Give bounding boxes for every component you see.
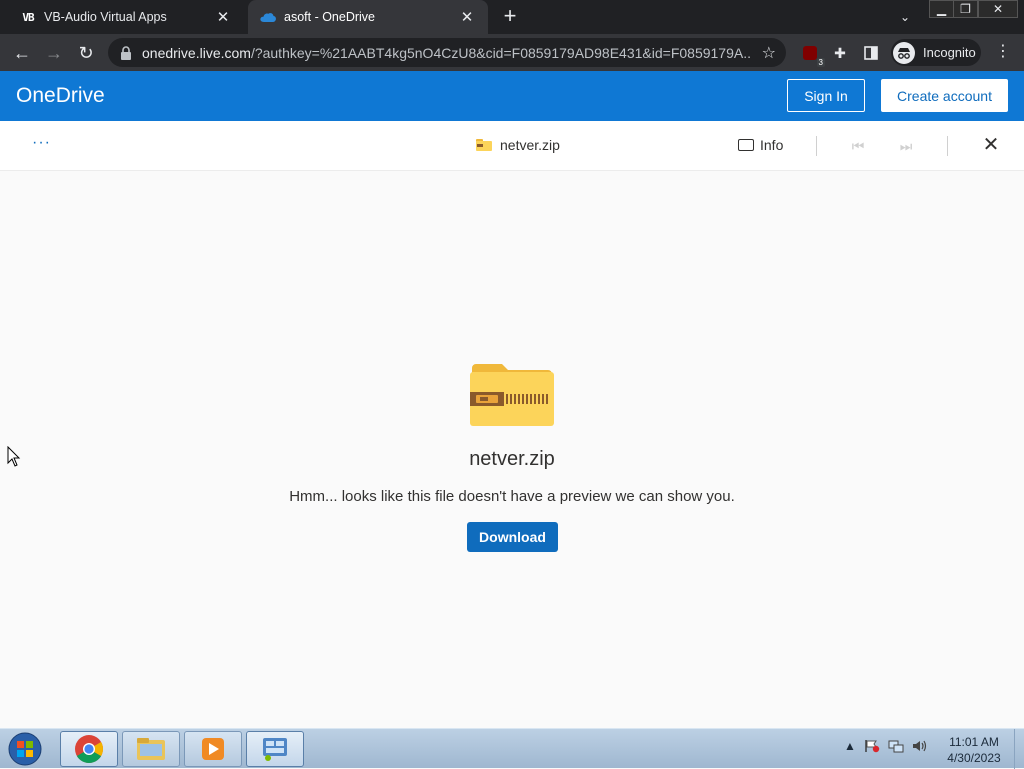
windows-start-icon	[8, 732, 42, 766]
tab-vb-audio[interactable]: VB VB-Audio Virtual Apps ✕	[8, 0, 244, 34]
onedrive-header: OneDrive Sign In Create account	[0, 71, 1024, 121]
browser-tab-strip: VB VB-Audio Virtual Apps ✕ asoft - OneDr…	[0, 0, 1024, 34]
restore-window-icon[interactable]: ❐	[953, 0, 978, 18]
show-desktop-button[interactable]	[1014, 729, 1024, 769]
control-panel-icon	[263, 738, 287, 761]
action-center-flag-icon[interactable]	[864, 739, 880, 753]
info-pane-icon	[738, 139, 754, 151]
start-button[interactable]	[4, 729, 46, 769]
tab-search-chevron-icon[interactable]: ⌄	[893, 6, 917, 28]
onedrive-cloud-icon	[260, 9, 276, 25]
onedrive-logo-text[interactable]: OneDrive	[16, 84, 105, 108]
info-label: Info	[760, 137, 784, 153]
sign-in-button[interactable]: Sign In	[787, 79, 865, 112]
show-hidden-icons-icon[interactable]: ▲	[844, 739, 856, 753]
browser-menu-icon[interactable]: ⋮	[994, 43, 1012, 63]
file-preview-area: netver.zip Hmm... looks like this file d…	[0, 172, 1024, 728]
taskbar-media-player[interactable]	[184, 731, 242, 767]
previous-file-icon[interactable]: ⏮	[848, 136, 868, 156]
mouse-cursor-icon	[7, 446, 21, 467]
file-name-label: netver.zip	[500, 137, 560, 153]
tab-title: asoft - OneDrive	[284, 10, 376, 24]
new-tab-button[interactable]: +	[498, 5, 522, 29]
zip-file-icon	[476, 139, 492, 151]
close-window-icon[interactable]: ✕	[978, 0, 1018, 18]
lock-icon	[121, 45, 131, 60]
extension-badge: 3	[816, 58, 825, 67]
more-options-button[interactable]: ···	[32, 134, 51, 152]
forward-arrow-icon[interactable]: →	[40, 39, 68, 67]
volume-icon[interactable]	[912, 739, 928, 753]
divider	[816, 136, 817, 156]
network-icon[interactable]	[888, 739, 904, 753]
reload-icon[interactable]: ↻	[72, 39, 100, 67]
clock-date: 4/30/2023	[947, 751, 1001, 765]
file-command-bar: ··· netver.zip Info ⏮ ⏭ ✕	[0, 121, 1024, 171]
file-explorer-icon	[137, 738, 165, 760]
side-panel-icon[interactable]	[861, 43, 881, 63]
clock-time: 11:01 AM	[949, 735, 999, 749]
system-tray: ▲	[844, 739, 928, 753]
tab-title: VB-Audio Virtual Apps	[44, 10, 167, 24]
download-button[interactable]: Download	[467, 522, 558, 552]
close-tab-icon[interactable]: ✕	[458, 8, 476, 26]
media-player-icon	[202, 738, 224, 760]
address-bar[interactable]: onedrive.live.com/?authkey=%21AABT4kg5nO…	[108, 38, 786, 67]
file-name-header: netver.zip	[476, 137, 560, 153]
bookmark-star-icon[interactable]: ☆	[762, 43, 776, 63]
vb-audio-icon: VB	[22, 10, 34, 24]
tab-onedrive[interactable]: asoft - OneDrive ✕	[248, 0, 488, 34]
info-button[interactable]: Info	[738, 137, 783, 153]
incognito-label: Incognito	[923, 45, 976, 60]
minimize-window-icon[interactable]: ▁	[929, 0, 954, 18]
url-text: onedrive.live.com/?authkey=%21AABT4kg5nO…	[142, 44, 752, 61]
preview-file-name: netver.zip	[469, 448, 555, 470]
browser-toolbar: ← → ↻ onedrive.live.com/?authkey=%21AABT…	[0, 34, 1024, 71]
taskbar-chrome[interactable]	[60, 731, 118, 767]
close-preview-icon[interactable]: ✕	[980, 134, 1002, 156]
no-preview-message: Hmm... looks like this file doesn't have…	[289, 488, 735, 505]
close-tab-icon[interactable]: ✕	[214, 8, 232, 26]
taskbar-control-panel[interactable]	[246, 731, 304, 767]
chrome-icon	[75, 735, 103, 763]
incognito-indicator[interactable]: Incognito	[891, 39, 981, 66]
extensions-puzzle-icon[interactable]: ✚	[830, 43, 850, 63]
taskbar-clock[interactable]: 11:01 AM 4/30/2023	[940, 734, 1008, 766]
back-arrow-icon[interactable]: ←	[8, 39, 36, 67]
next-file-icon[interactable]: ⏭	[896, 136, 916, 156]
ublock-extension-icon[interactable]: 3	[800, 43, 825, 67]
zip-folder-icon	[470, 364, 554, 426]
taskbar-file-explorer[interactable]	[122, 731, 180, 767]
divider	[947, 136, 948, 156]
create-account-button[interactable]: Create account	[881, 79, 1008, 112]
windows-taskbar: ▲ 11:01 AM 4/30/2023	[0, 728, 1024, 769]
incognito-icon	[893, 41, 915, 64]
